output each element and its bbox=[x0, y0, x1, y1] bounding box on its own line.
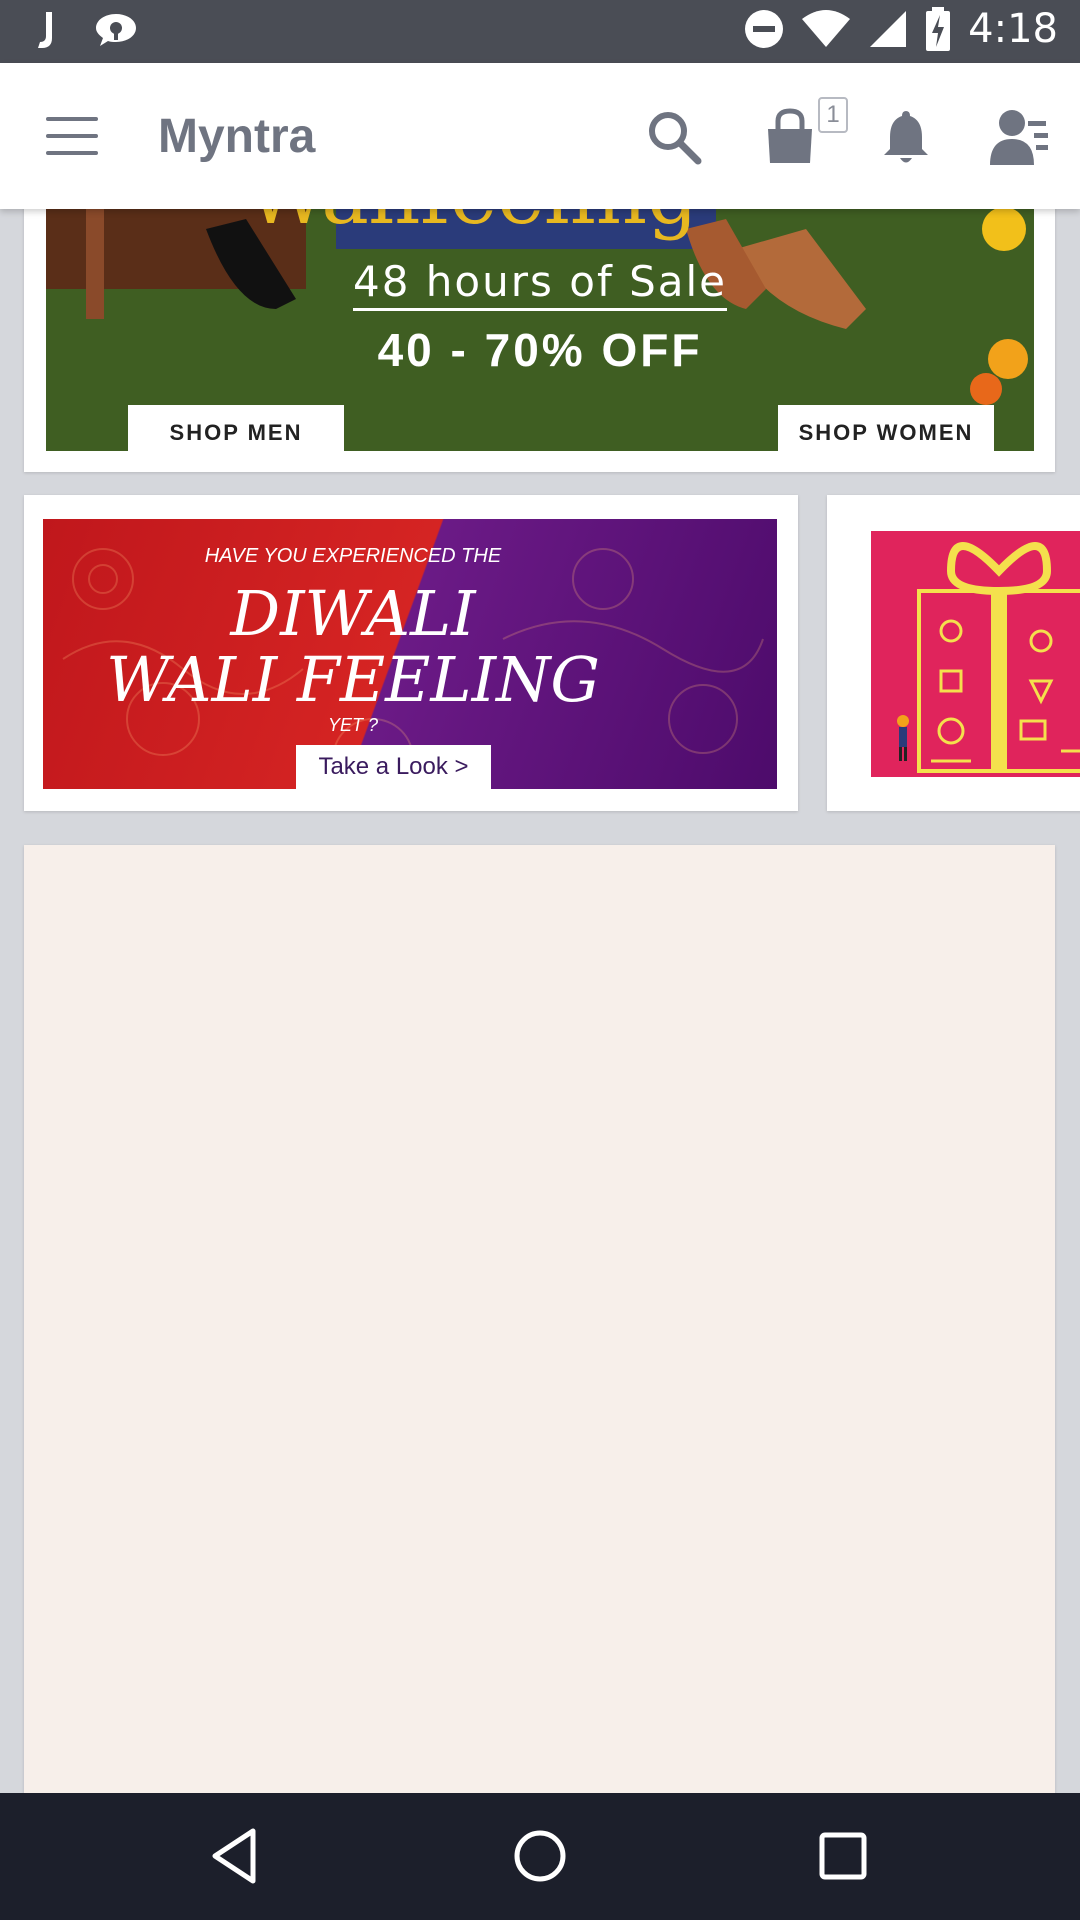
bag-count-badge: 1 bbox=[818, 97, 848, 133]
diwali-headline-2: WALI FEELING bbox=[106, 643, 600, 716]
system-nav-bar bbox=[0, 1793, 1080, 1920]
gift-banner-image[interactable] bbox=[871, 531, 1080, 777]
take-a-look-button[interactable]: Take a Look > bbox=[296, 745, 491, 789]
gift-illustration bbox=[871, 531, 1080, 777]
gift-banner-card[interactable] bbox=[827, 495, 1080, 811]
j-app-icon bbox=[38, 12, 52, 48]
home-icon[interactable] bbox=[507, 1823, 573, 1889]
sale-banner-card[interactable]: Walifeeling 48 hours of Sale 40 - 70% OF… bbox=[24, 209, 1055, 472]
clock: 4:18 bbox=[968, 6, 1058, 52]
home-feed[interactable]: Walifeeling 48 hours of Sale 40 - 70% OF… bbox=[0, 209, 1080, 1793]
diwali-banner-image[interactable]: HAVE YOU EXPERIENCED THE DIWALI WALI FEE… bbox=[43, 519, 777, 789]
sale-discount-text: 40 - 70% OFF bbox=[377, 324, 703, 376]
status-bar: 4:18 bbox=[0, 0, 1080, 63]
menu-icon[interactable] bbox=[46, 117, 98, 155]
sale-title-fragment: Walifeeling bbox=[246, 209, 698, 242]
status-system: 4:18 bbox=[744, 6, 1058, 52]
wifi-icon bbox=[802, 10, 851, 47]
sale-hours-label: 48 hours of Sale bbox=[353, 257, 727, 311]
diwali-headline-1: DIWALI bbox=[230, 577, 476, 650]
app-bar: Myntra 1 bbox=[0, 63, 1080, 209]
diwali-yet: YET ? bbox=[327, 715, 379, 735]
app-title: Myntra bbox=[158, 110, 316, 163]
recents-icon[interactable] bbox=[810, 1823, 876, 1889]
bag-icon[interactable] bbox=[760, 107, 820, 167]
search-icon[interactable] bbox=[644, 107, 704, 167]
shop-women-button[interactable]: SHOP WOMEN bbox=[778, 405, 994, 451]
do-not-disturb-icon bbox=[745, 10, 784, 48]
back-icon[interactable] bbox=[203, 1823, 269, 1889]
loading-card bbox=[24, 845, 1055, 1793]
status-notifications bbox=[36, 10, 138, 50]
diwali-banner-card[interactable]: HAVE YOU EXPERIENCED THE DIWALI WALI FEE… bbox=[24, 495, 798, 811]
shop-men-button[interactable]: SHOP MEN bbox=[128, 405, 344, 451]
signal-icon bbox=[870, 11, 907, 47]
profile-icon[interactable] bbox=[990, 107, 1050, 167]
sale-hours-text: 48 hours of Sale bbox=[46, 257, 1034, 311]
battery-charging-icon bbox=[926, 7, 951, 51]
sale-banner-image[interactable]: Walifeeling 48 hours of Sale 40 - 70% OF… bbox=[46, 209, 1034, 451]
diwali-kicker: HAVE YOU EXPERIENCED THE bbox=[204, 545, 502, 567]
bell-icon[interactable] bbox=[876, 107, 936, 167]
chat-icon bbox=[96, 14, 136, 46]
